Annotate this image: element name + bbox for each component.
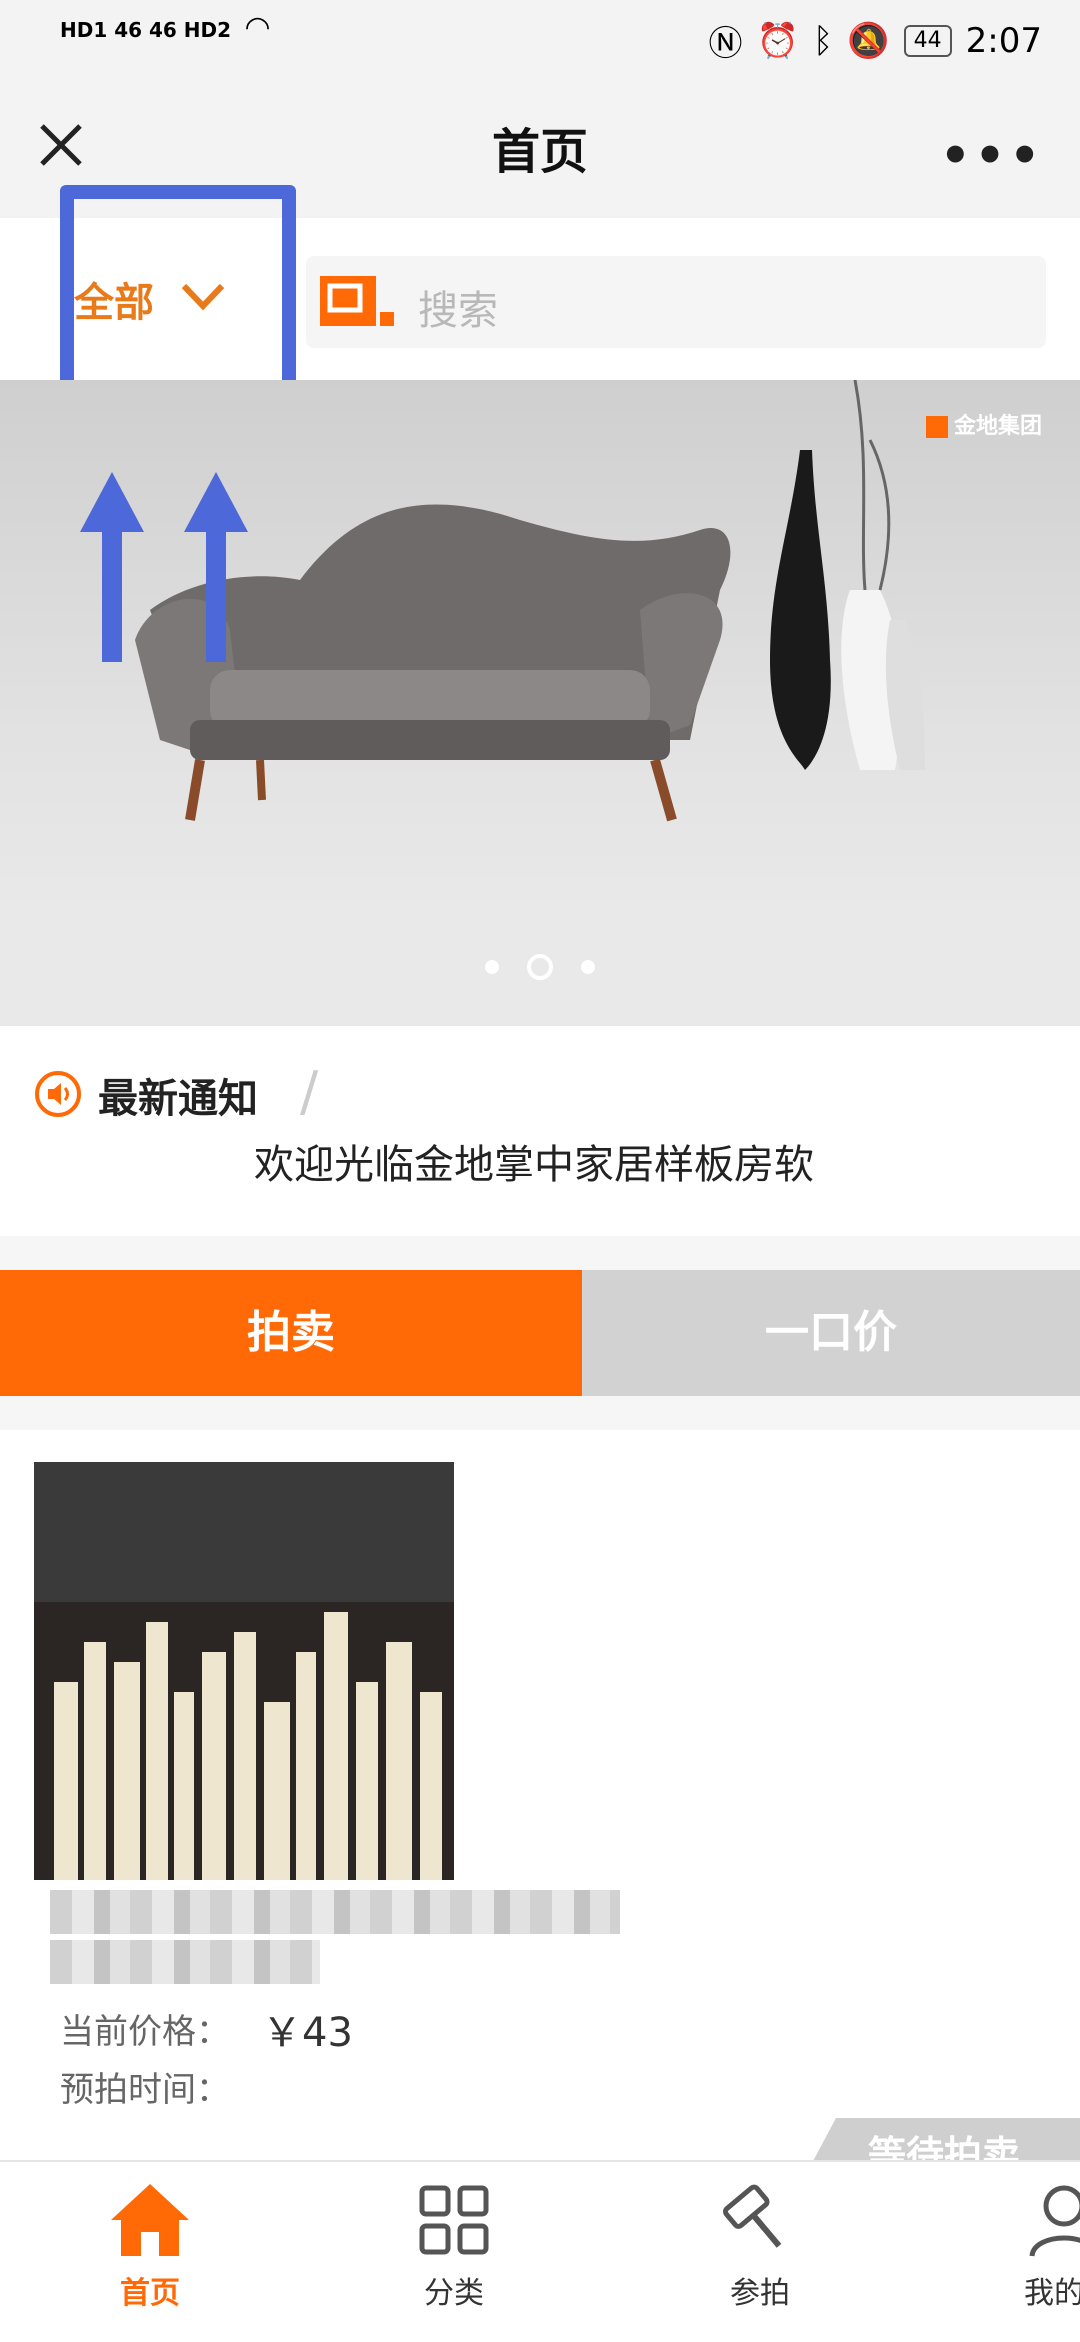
brand-logo-icon [320,276,394,326]
signal-text: HD1 46 46 HD2 [60,18,232,42]
price-label: 当前价格： [60,2012,230,2052]
tabbar-item-home[interactable]: 首页 [40,2180,260,2312]
notice-bar [0,1026,1080,1236]
product-title-blurred [50,1940,320,1984]
product-image[interactable] [34,1462,454,1880]
bluetooth-icon: ᛒ [812,20,834,61]
section-divider [0,1236,1080,1270]
carousel-dot[interactable] [581,960,595,974]
speaker-icon [35,1071,81,1117]
tabbar-item-category[interactable]: 分类 [344,2180,564,2312]
product-title-blurred [50,1890,620,1934]
auction-hammer-icon [722,2184,782,2248]
annotation-highlight-box [60,185,296,405]
wifi-icon: ◠ [246,10,270,45]
notice-divider: / [300,1060,319,1123]
time-label: 预拍时间： [60,2070,230,2110]
page-title: 首页 [491,124,588,180]
notice-marquee-text[interactable]: 欢迎光临金地掌中家居样板房软 [254,1132,814,1190]
alarm-icon: ⏰ [756,20,799,61]
battery-icon: 44 [903,24,952,57]
signal-indicators: HD1 46 46 HD2 ◠ [60,10,269,45]
mute-icon: 🔕 [847,20,890,61]
category-grid-icon [419,2185,489,2255]
tabbar-label: 我的 [1024,2276,1080,2311]
user-icon [1029,2185,1080,2257]
tab-fixed-price[interactable]: 一口价 [582,1270,1080,1396]
banner-carousel[interactable]: 金地集团 [0,380,1080,1026]
clock: 2:07 [965,20,1042,61]
search-placeholder: 搜索 [418,288,498,334]
price-value: ￥43 [262,2010,353,2056]
tabbar-item-mine[interactable]: 我的 [958,2180,1080,2312]
section-divider [0,1396,1080,1430]
tabbar-label: 分类 [424,2276,484,2311]
tabbar-label: 首页 [120,2276,180,2311]
annotation-arrows [80,472,248,662]
tabbar-item-bid[interactable]: 参拍 [650,2180,870,2312]
carousel-dot[interactable] [485,960,499,974]
carousel-dot-active[interactable] [527,954,553,980]
more-options-icon[interactable]: ••• [940,128,1044,184]
nfc-icon: Ⓝ [708,24,743,64]
tab-auction[interactable]: 拍卖 [0,1270,582,1396]
notice-label: 最新通知 [98,1075,258,1122]
status-right: Ⓝ ⏰ ᛒ 🔕 44 2:07 [709,16,1042,65]
carousel-dots[interactable] [0,954,1080,980]
tabbar-label: 参拍 [730,2276,790,2311]
product-photo [34,1462,454,1880]
home-icon [111,2184,189,2256]
search-input[interactable] [306,256,1046,348]
